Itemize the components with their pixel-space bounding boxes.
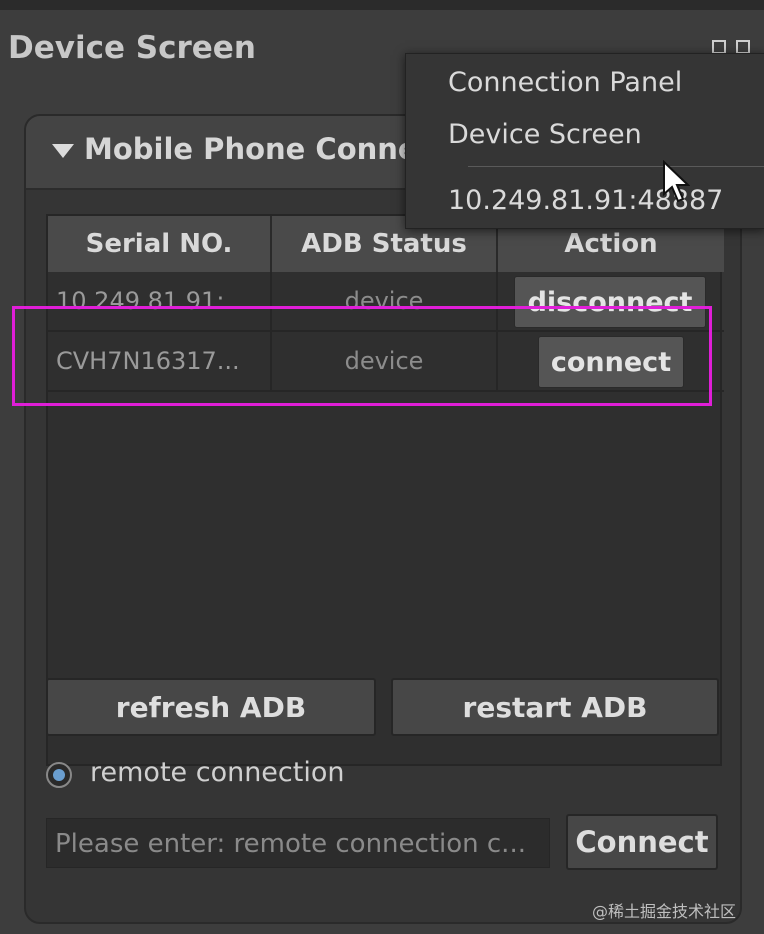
restart-adb-button[interactable]: restart ADB bbox=[391, 678, 719, 736]
status-cell: device bbox=[272, 332, 498, 390]
watermark-text: @稀土掘金技术社区 bbox=[592, 902, 737, 921]
column-header-serial[interactable]: Serial NO. bbox=[48, 216, 272, 272]
window-controls bbox=[712, 40, 750, 54]
radio-dot-icon bbox=[53, 769, 65, 781]
action-cell: disconnect bbox=[498, 272, 720, 330]
panel-title: Mobile Phone Connect bbox=[84, 132, 449, 166]
action-cell: connect bbox=[498, 332, 720, 390]
serial-cell: CVH7N16317... bbox=[48, 332, 272, 390]
window-title: Device Screen bbox=[8, 30, 256, 66]
connect-row-button[interactable]: connect bbox=[538, 336, 684, 388]
menu-item-device-screen[interactable]: Device Screen bbox=[448, 119, 642, 150]
remote-connection-radio[interactable] bbox=[46, 762, 72, 788]
connect-button[interactable]: Connect bbox=[566, 814, 718, 870]
collapse-triangle-icon[interactable] bbox=[52, 144, 74, 158]
refresh-adb-button[interactable]: refresh ADB bbox=[46, 678, 376, 736]
status-cell: device bbox=[272, 272, 498, 330]
mobile-phone-connect-panel: Mobile Phone Connect Serial NO. ADB Stat… bbox=[24, 114, 742, 924]
mouse-cursor-icon bbox=[663, 160, 690, 203]
menu-separator bbox=[468, 166, 764, 167]
close-icon[interactable] bbox=[736, 40, 750, 54]
remote-connection-label[interactable]: remote connection bbox=[90, 757, 344, 788]
serial-cell: 10.249.81.91: bbox=[48, 272, 272, 330]
disconnect-button[interactable]: disconnect bbox=[514, 276, 706, 328]
table-row[interactable]: CVH7N16317... device connect bbox=[48, 332, 724, 392]
context-menu: Connection Panel Device Screen 10.249.81… bbox=[405, 53, 764, 229]
restore-icon[interactable] bbox=[712, 40, 726, 54]
menu-item-connection-panel[interactable]: Connection Panel bbox=[448, 67, 682, 98]
device-screen-window: Device Screen Mobile Phone Connect Seria… bbox=[0, 0, 764, 934]
table-row[interactable]: 10.249.81.91: device disconnect bbox=[48, 272, 724, 332]
remote-address-input[interactable]: Please enter: remote connection c... bbox=[46, 818, 550, 868]
